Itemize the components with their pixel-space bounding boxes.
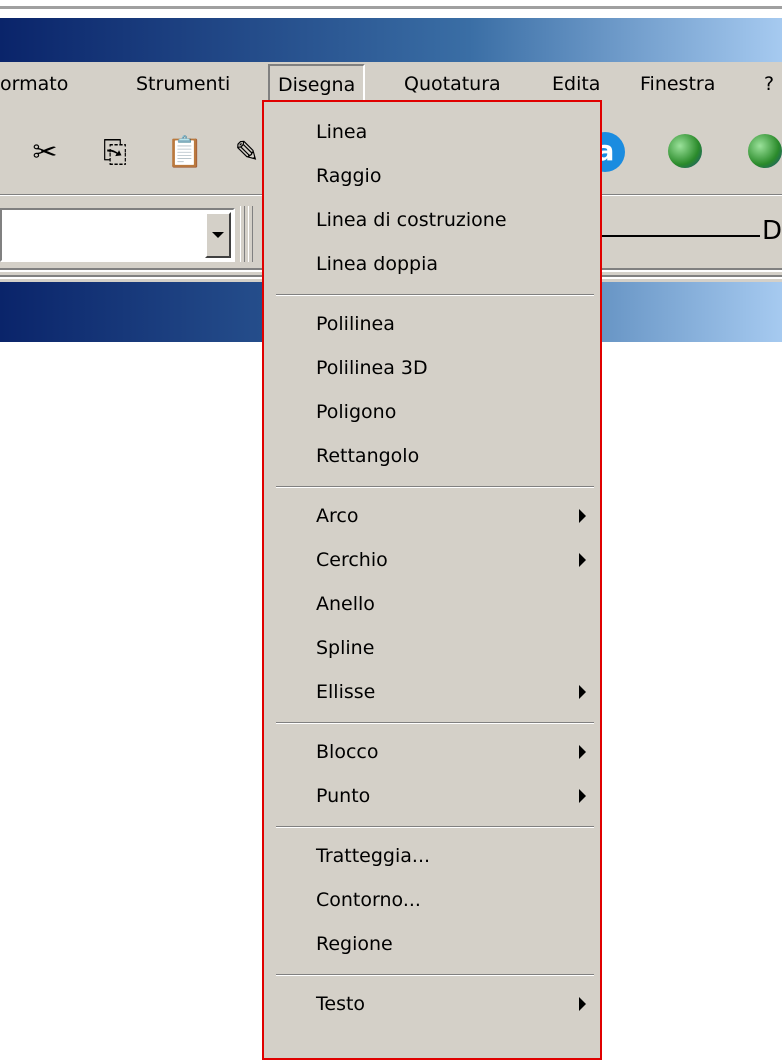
menu-item-rettangolo[interactable]: Rettangolo <box>316 436 586 476</box>
submenu-arrow-icon <box>579 509 586 523</box>
submenu-arrow-icon <box>579 789 586 803</box>
menu-item-polilinea-3d[interactable]: Polilinea 3D <box>316 348 586 388</box>
toolbar-grip-2[interactable] <box>248 206 253 262</box>
match-properties-icon[interactable]: ✎ <box>230 136 264 170</box>
menu-item-arco[interactable]: Arco <box>316 496 586 536</box>
layer-combo[interactable] <box>0 208 235 262</box>
menu-strumenti[interactable]: Strumenti <box>136 62 230 106</box>
menu-finestra[interactable]: Finestra <box>640 62 715 106</box>
menu-item-label: Polilinea <box>316 313 395 335</box>
menu-item-label: Rettangolo <box>316 445 420 467</box>
menu-item-label: Tratteggia... <box>316 845 431 867</box>
menu-item-linea-di-costruzione[interactable]: Linea di costruzione <box>316 200 586 240</box>
menu-item-linea[interactable]: Linea <box>316 112 586 152</box>
cut-icon[interactable]: ✂ <box>28 136 62 170</box>
menu-item-ellisse[interactable]: Ellisse <box>316 672 586 712</box>
menu-item-label: Spline <box>316 637 375 659</box>
window-top-edge <box>0 0 782 10</box>
menu-item-regione[interactable]: Regione <box>316 924 586 964</box>
menu-item-label: Blocco <box>316 741 379 763</box>
menu-item-label: Cerchio <box>316 549 388 571</box>
menu-item-label: Linea doppia <box>316 253 439 275</box>
menu-item-label: Polilinea 3D <box>316 357 428 379</box>
copy-icon[interactable]: ⎘ <box>98 136 132 170</box>
menu-item-poligono[interactable]: Poligono <box>316 392 586 432</box>
submenu-arrow-icon <box>579 997 586 1011</box>
combo-dropdown-button[interactable] <box>205 212 231 258</box>
menu-item-label: Regione <box>316 933 393 955</box>
submenu-arrow-icon <box>579 685 586 699</box>
menu-item-polilinea[interactable]: Polilinea <box>316 304 586 344</box>
menu-item-linea-doppia[interactable]: Linea doppia <box>316 244 586 284</box>
menu-item-raggio[interactable]: Raggio <box>316 156 586 196</box>
paste-icon[interactable]: 📋 <box>166 136 203 170</box>
menu-item-tratteggia[interactable]: Tratteggia... <box>316 836 586 876</box>
menu-item-label: Anello <box>316 593 375 615</box>
menu-item-blocco[interactable]: Blocco <box>316 732 586 772</box>
menu-item-label: Poligono <box>316 401 397 423</box>
menu-separator <box>276 826 594 828</box>
menu-separator <box>276 294 594 296</box>
menu-item-label: Ellisse <box>316 681 376 703</box>
linetype-sample <box>600 235 760 237</box>
disegna-dropdown-menu: Linea Raggio Linea di costruzione Linea dop… <box>262 100 602 1060</box>
menu-formato[interactable]: ormato <box>0 62 68 106</box>
cutoff-label: D <box>762 216 782 246</box>
submenu-arrow-icon <box>579 553 586 567</box>
toolbar-grip[interactable] <box>240 206 245 262</box>
app-title-bar[interactable] <box>0 18 782 62</box>
menu-item-label: Linea di costruzione <box>316 209 507 231</box>
menu-item-label: Raggio <box>316 165 382 187</box>
menu-item-testo[interactable]: Testo <box>316 984 586 1024</box>
menu-item-contorno[interactable]: Contorno... <box>316 880 586 920</box>
menu-separator <box>276 486 594 488</box>
globe-icon[interactable] <box>748 134 782 168</box>
menu-item-cerchio[interactable]: Cerchio <box>316 540 586 580</box>
menu-item-punto[interactable]: Punto <box>316 776 586 816</box>
menu-item-label: Linea <box>316 121 368 143</box>
menu-separator <box>276 974 594 976</box>
globe-help-icon[interactable] <box>668 134 702 168</box>
menu-item-label: Punto <box>316 785 371 807</box>
menu-item-label: Testo <box>316 993 366 1015</box>
menu-item-spline[interactable]: Spline <box>316 628 586 668</box>
submenu-arrow-icon <box>579 745 586 759</box>
menu-separator <box>276 722 594 724</box>
menu-item-anello[interactable]: Anello <box>316 584 586 624</box>
menu-item-label: Arco <box>316 505 359 527</box>
menu-help[interactable]: ? <box>764 62 774 106</box>
menu-item-label: Contorno... <box>316 889 421 911</box>
